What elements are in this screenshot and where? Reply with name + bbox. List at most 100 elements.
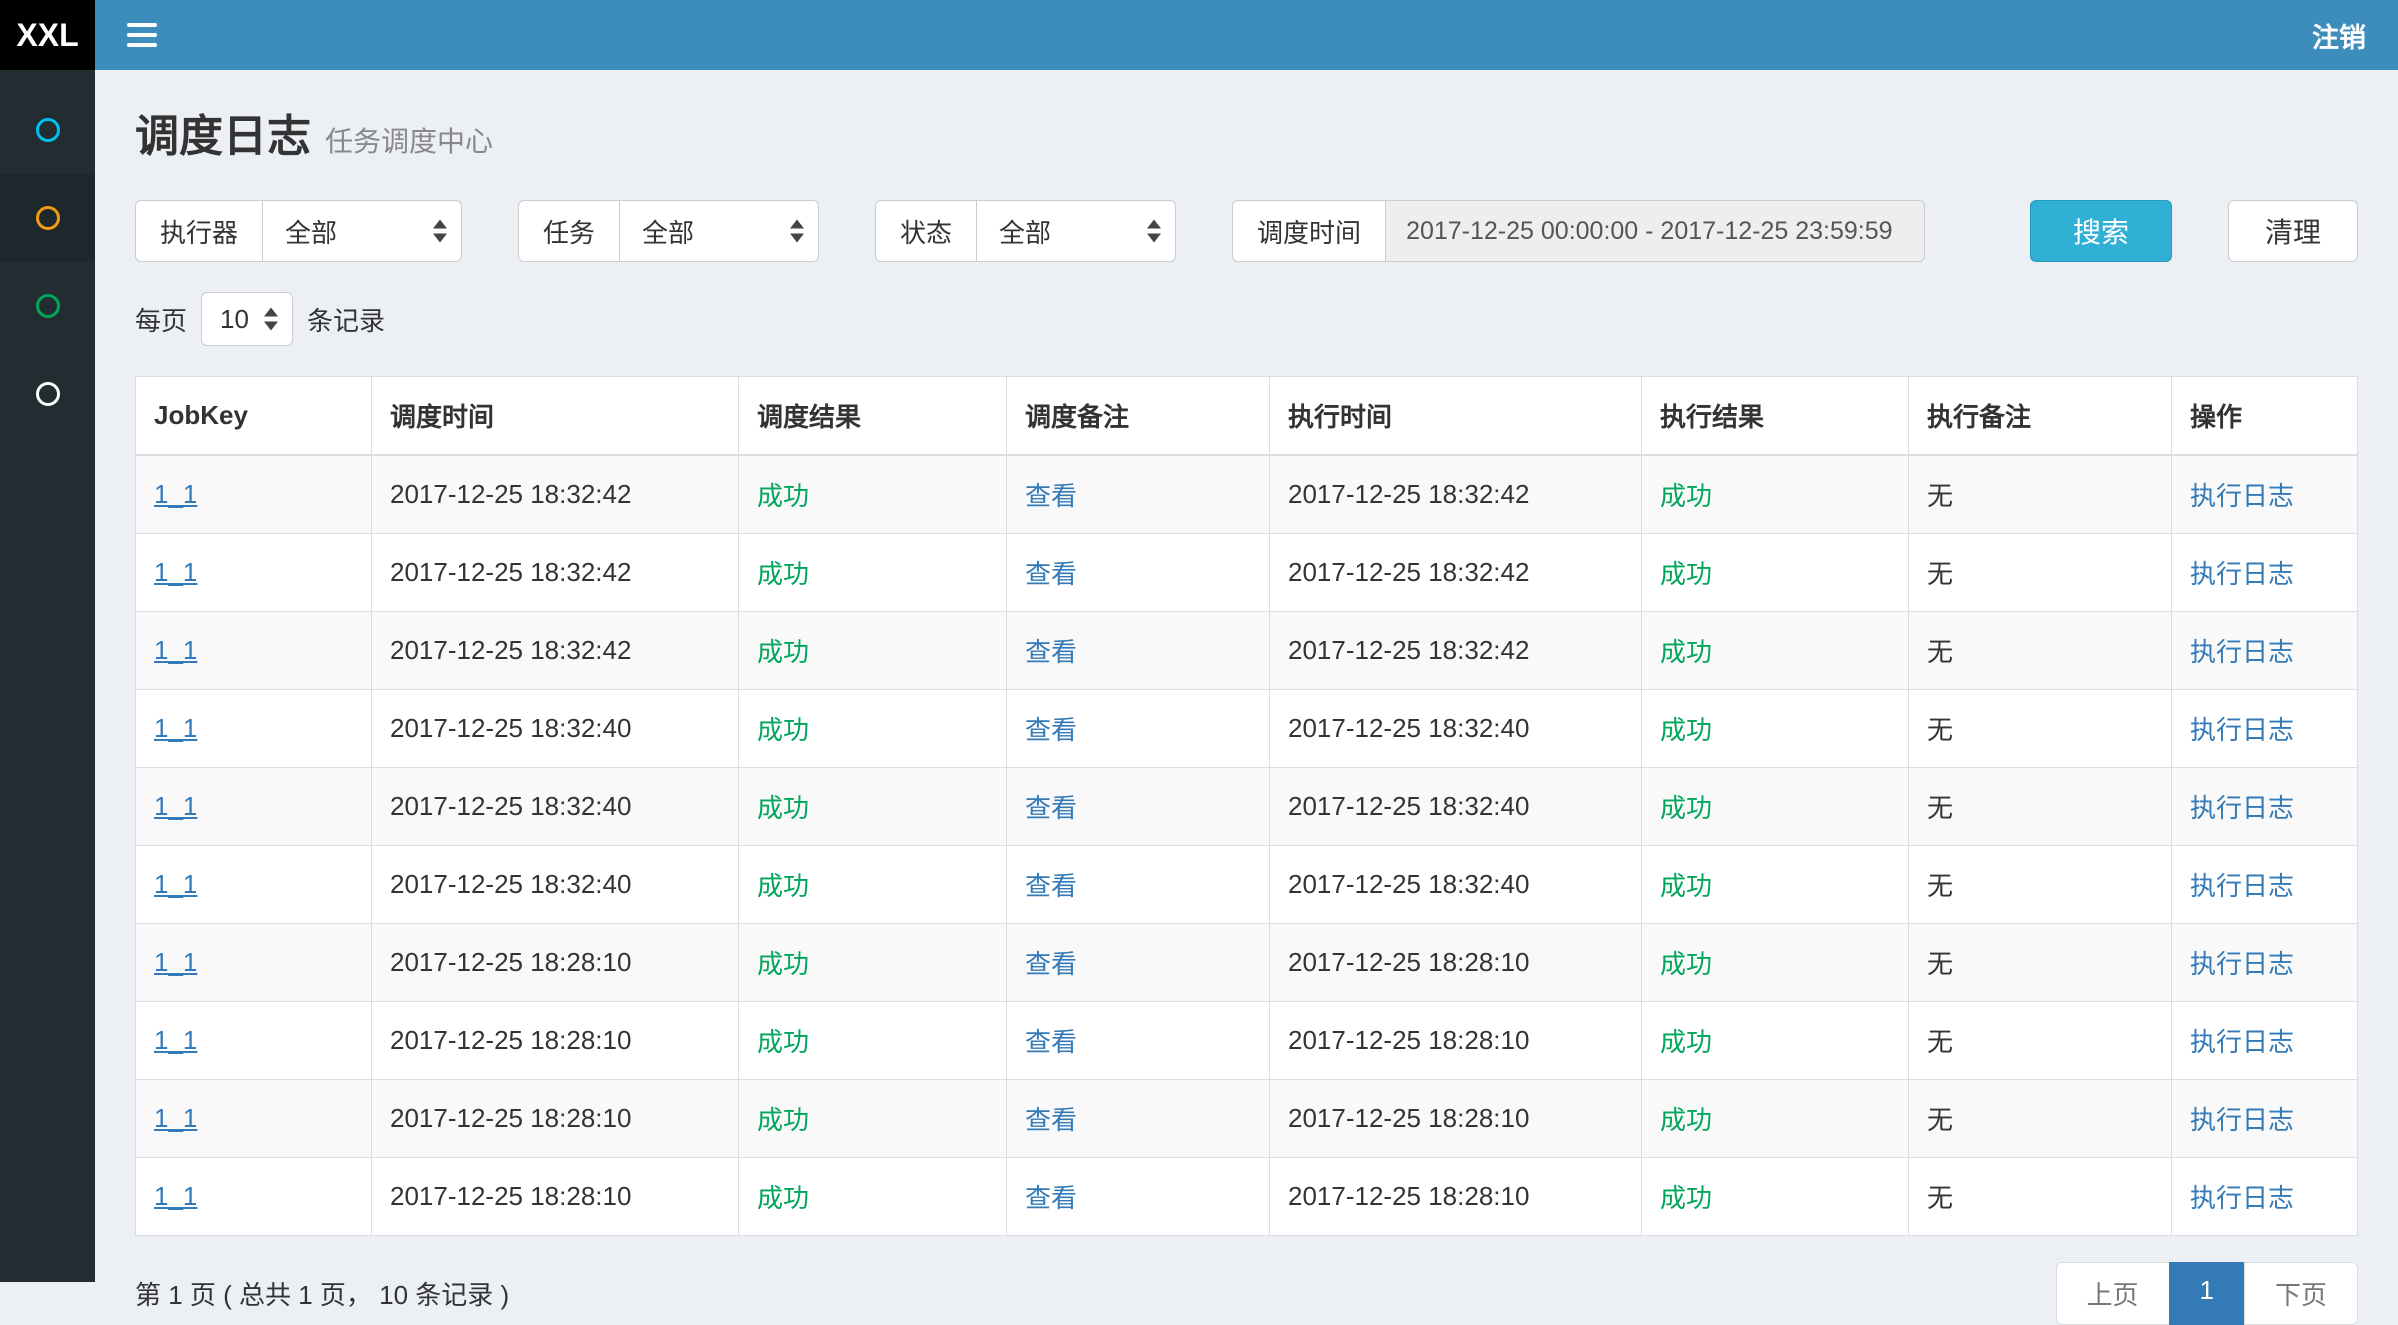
handle-result: 成功	[1660, 559, 1712, 589]
trigger-msg-link[interactable]: 查看	[1025, 871, 1077, 901]
page-size-select[interactable]: 10	[201, 292, 293, 346]
handle-time: 2017-12-25 18:28:10	[1288, 1181, 1529, 1211]
jobkey-link[interactable]: 1_1	[154, 791, 197, 821]
jobkey-link[interactable]: 1_1	[154, 1181, 197, 1211]
handle-result: 成功	[1660, 1027, 1712, 1057]
table-row: 1_12017-12-25 18:32:42成功查看2017-12-25 18:…	[136, 534, 2358, 612]
log-table-body: 1_12017-12-25 18:32:42成功查看2017-12-25 18:…	[136, 455, 2358, 1236]
trigger-time: 2017-12-25 18:32:40	[390, 869, 631, 899]
exec-log-link[interactable]: 执行日志	[2190, 637, 2294, 667]
handle-msg: 无	[1927, 1105, 1953, 1135]
status-select[interactable]: 全部	[976, 200, 1176, 262]
trigger-msg-link[interactable]: 查看	[1025, 1183, 1077, 1213]
handle-time: 2017-12-25 18:28:10	[1288, 1025, 1529, 1055]
handle-time: 2017-12-25 18:28:10	[1288, 947, 1529, 977]
job-filter-group: 任务 全部	[518, 200, 819, 262]
app-logo[interactable]: XXL	[0, 0, 95, 70]
column-header: 执行结果	[1642, 377, 1909, 456]
prev-page-button[interactable]: 上页	[2056, 1262, 2170, 1325]
jobkey-link[interactable]: 1_1	[154, 635, 197, 665]
main-content: 调度日志任务调度中心 执行器 全部 任务 全部	[95, 70, 2398, 1282]
job-select[interactable]: 全部	[619, 200, 819, 262]
sidebar	[0, 70, 95, 1282]
sidebar-item-1[interactable]	[0, 86, 95, 174]
time-range-input[interactable]	[1385, 200, 1925, 262]
exec-log-link[interactable]: 执行日志	[2190, 559, 2294, 589]
trigger-msg-link[interactable]: 查看	[1025, 1027, 1077, 1057]
jobkey-link[interactable]: 1_1	[154, 947, 197, 977]
current-page-button[interactable]: 1	[2169, 1262, 2245, 1325]
trigger-msg-link[interactable]: 查看	[1025, 637, 1077, 667]
trigger-result: 成功	[757, 637, 809, 667]
content-header: 调度日志任务调度中心	[95, 70, 2398, 164]
exec-log-link[interactable]: 执行日志	[2190, 715, 2294, 745]
trigger-msg-link[interactable]: 查看	[1025, 559, 1077, 589]
sidebar-item-4[interactable]	[0, 350, 95, 438]
page-subtitle: 任务调度中心	[325, 126, 493, 157]
trigger-msg-link[interactable]: 查看	[1025, 949, 1077, 979]
handle-msg: 无	[1927, 481, 1953, 511]
executor-select[interactable]: 全部	[262, 200, 462, 262]
trigger-msg-link[interactable]: 查看	[1025, 481, 1077, 511]
next-page-button[interactable]: 下页	[2244, 1262, 2358, 1325]
trigger-time: 2017-12-25 18:28:10	[390, 1103, 631, 1133]
trigger-result: 成功	[757, 871, 809, 901]
handle-msg: 无	[1927, 949, 1953, 979]
trigger-result: 成功	[757, 949, 809, 979]
trigger-result: 成功	[757, 715, 809, 745]
filter-bar: 执行器 全部 任务 全部 状态	[135, 200, 2358, 262]
page-size-select-value: 10	[220, 304, 249, 335]
trigger-result: 成功	[757, 1183, 809, 1213]
exec-log-link[interactable]: 执行日志	[2190, 793, 2294, 823]
column-header: 调度时间	[372, 377, 739, 456]
job-filter-label: 任务	[518, 200, 619, 262]
jobkey-link[interactable]: 1_1	[154, 1025, 197, 1055]
trigger-time: 2017-12-25 18:28:10	[390, 1181, 631, 1211]
sidebar-toggle-button[interactable]	[95, 23, 189, 47]
trigger-msg-link[interactable]: 查看	[1025, 1105, 1077, 1135]
hamburger-icon	[127, 23, 157, 27]
search-button[interactable]: 搜索	[2030, 200, 2172, 262]
select-stepper-icon	[790, 220, 804, 243]
clear-button[interactable]: 清理	[2228, 200, 2358, 262]
sidebar-item-2[interactable]	[0, 174, 95, 262]
handle-result: 成功	[1660, 481, 1712, 511]
select-stepper-icon	[264, 308, 278, 331]
logout-link[interactable]: 注销	[2280, 16, 2398, 55]
sidebar-item-3[interactable]	[0, 262, 95, 350]
exec-log-link[interactable]: 执行日志	[2190, 1183, 2294, 1213]
trigger-time: 2017-12-25 18:28:10	[390, 1025, 631, 1055]
handle-result: 成功	[1660, 637, 1712, 667]
handle-time: 2017-12-25 18:32:42	[1288, 635, 1529, 665]
trigger-time: 2017-12-25 18:32:40	[390, 791, 631, 821]
time-filter-group: 调度时间	[1232, 200, 1925, 262]
page-title-text: 调度日志	[135, 112, 311, 161]
handle-time: 2017-12-25 18:32:42	[1288, 557, 1529, 587]
time-filter-label: 调度时间	[1232, 200, 1385, 262]
exec-log-link[interactable]: 执行日志	[2190, 1027, 2294, 1057]
trigger-msg-link[interactable]: 查看	[1025, 715, 1077, 745]
table-row: 1_1 2017-12-25 18:28:10 成功 查看 2017-12-25 18:…	[136, 1158, 2358, 1236]
select-stepper-icon	[433, 220, 447, 243]
page-title: 调度日志任务调度中心	[135, 100, 2358, 164]
handle-msg: 无	[1927, 793, 1953, 823]
jobkey-link[interactable]: 1_1	[154, 479, 197, 509]
status-filter-group: 状态 全部	[875, 200, 1176, 262]
exec-log-link[interactable]: 执行日志	[2190, 1105, 2294, 1135]
exec-log-link[interactable]: 执行日志	[2190, 871, 2294, 901]
trigger-time: 2017-12-25 18:32:42	[390, 479, 631, 509]
trigger-time: 2017-12-25 18:32:42	[390, 635, 631, 665]
pagination: 上页 1 下页	[2056, 1262, 2359, 1325]
page-wrapper: 调度日志任务调度中心 执行器 全部 任务 全部	[0, 70, 2398, 1282]
jobkey-link[interactable]: 1_1	[154, 869, 197, 899]
trigger-msg-link[interactable]: 查看	[1025, 793, 1077, 823]
log-table: JobKey调度时间调度结果调度备注执行时间执行结果执行备注操作 1_12017…	[135, 376, 2358, 1236]
jobkey-link[interactable]: 1_1	[154, 1103, 197, 1133]
exec-log-link[interactable]: 执行日志	[2190, 949, 2294, 979]
page-size-control: 每页 10 条记录	[135, 292, 2358, 346]
jobkey-link[interactable]: 1_1	[154, 557, 197, 587]
page-size-suffix-label: 条记录	[307, 301, 385, 338]
jobkey-link[interactable]: 1_1	[154, 713, 197, 743]
exec-log-link[interactable]: 执行日志	[2190, 481, 2294, 511]
executor-filter-label: 执行器	[135, 200, 262, 262]
